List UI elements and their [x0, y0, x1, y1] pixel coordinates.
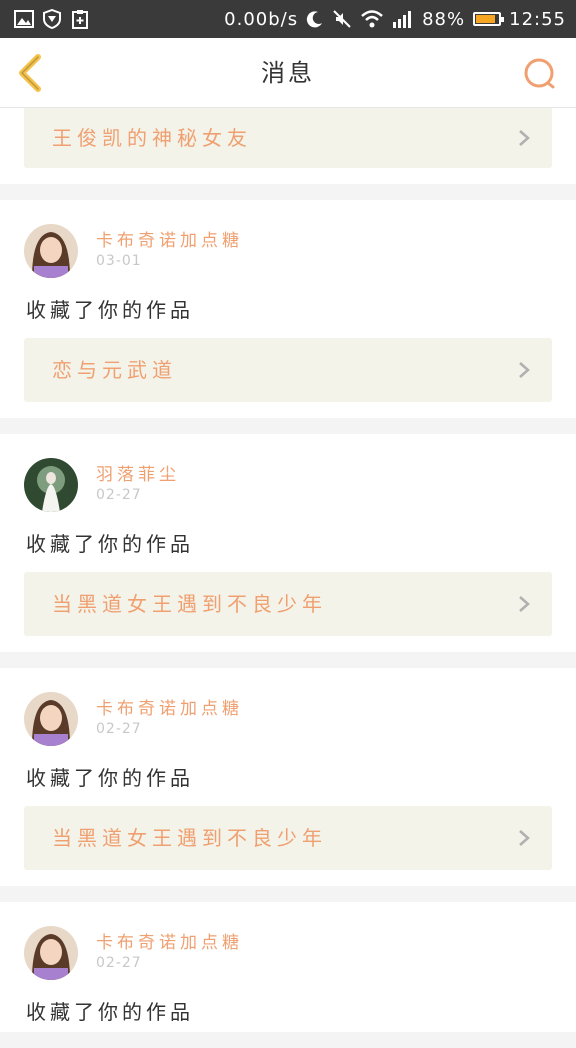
message-card: 卡布奇诺加点糖 02-27 收藏了你的作品 [0, 902, 576, 1032]
clock: 12:55 [509, 8, 566, 30]
action-text: 收藏了你的作品 [26, 766, 194, 790]
avatar-photo [24, 692, 78, 746]
status-bar: 0.00b/s 88% 12:55 [0, 0, 576, 38]
work-link[interactable]: 恋与元武道 [24, 338, 552, 402]
username[interactable]: 卡布奇诺加点糖 [96, 694, 243, 719]
chevron-right-icon [519, 830, 530, 846]
work-link[interactable]: 王俊凯的神秘女友 [24, 108, 552, 168]
work-title: 恋与元武道 [52, 358, 177, 382]
battery-icon [473, 12, 505, 26]
work-title: 当黑道女王遇到不良少年 [52, 826, 327, 850]
wifi-icon [361, 10, 383, 28]
chevron-right-icon [519, 362, 530, 378]
message-card: 羽落菲尘 02-27 收藏了你的作品 当黑道女王遇到不良少年 [0, 434, 576, 652]
search-icon[interactable] [520, 54, 560, 94]
shield-icon [43, 9, 61, 29]
username[interactable]: 羽落菲尘 [96, 460, 180, 485]
battery-level [476, 15, 496, 23]
chevron-right-icon [519, 130, 530, 146]
chevron-right-icon [519, 596, 530, 612]
action-text: 收藏了你的作品 [26, 532, 194, 556]
avatar-photo [24, 926, 78, 980]
image-icon [14, 10, 34, 28]
net-speed: 0.00b/s [224, 8, 299, 30]
mute-icon [333, 10, 351, 28]
action-text: 收藏了你的作品 [26, 1000, 194, 1024]
message-feed: 王俊凯的神秘女友 卡布奇诺加点糖 03-01 收藏了你的作品 恋与元武道 羽落菲… [0, 108, 576, 1048]
nav-bar: 消息 [0, 38, 576, 108]
work-title: 当黑道女王遇到不良少年 [52, 592, 327, 616]
message-date: 02-27 [96, 721, 142, 737]
work-link[interactable]: 当黑道女王遇到不良少年 [24, 806, 552, 870]
username[interactable]: 卡布奇诺加点糖 [96, 226, 243, 251]
avatar-photo [24, 458, 78, 512]
message-date: 02-27 [96, 487, 142, 503]
signal-icon [393, 11, 412, 28]
page-title: 消息 [261, 59, 315, 87]
message-card: 卡布奇诺加点糖 03-01 收藏了你的作品 恋与元武道 [0, 200, 576, 418]
clipboard-icon [72, 10, 88, 29]
avatar[interactable] [24, 224, 78, 278]
avatar-photo [24, 224, 78, 278]
username[interactable]: 卡布奇诺加点糖 [96, 928, 243, 953]
message-card: 王俊凯的神秘女友 [0, 108, 576, 184]
avatar[interactable] [24, 458, 78, 512]
action-text: 收藏了你的作品 [26, 298, 194, 322]
avatar[interactable] [24, 926, 78, 980]
message-date: 02-27 [96, 955, 142, 971]
work-title: 王俊凯的神秘女友 [52, 126, 252, 150]
battery-percent: 88% [422, 8, 466, 30]
message-date: 03-01 [96, 253, 142, 269]
message-card: 卡布奇诺加点糖 02-27 收藏了你的作品 当黑道女王遇到不良少年 [0, 668, 576, 886]
moon-icon [306, 11, 323, 28]
work-link[interactable]: 当黑道女王遇到不良少年 [24, 572, 552, 636]
avatar[interactable] [24, 692, 78, 746]
